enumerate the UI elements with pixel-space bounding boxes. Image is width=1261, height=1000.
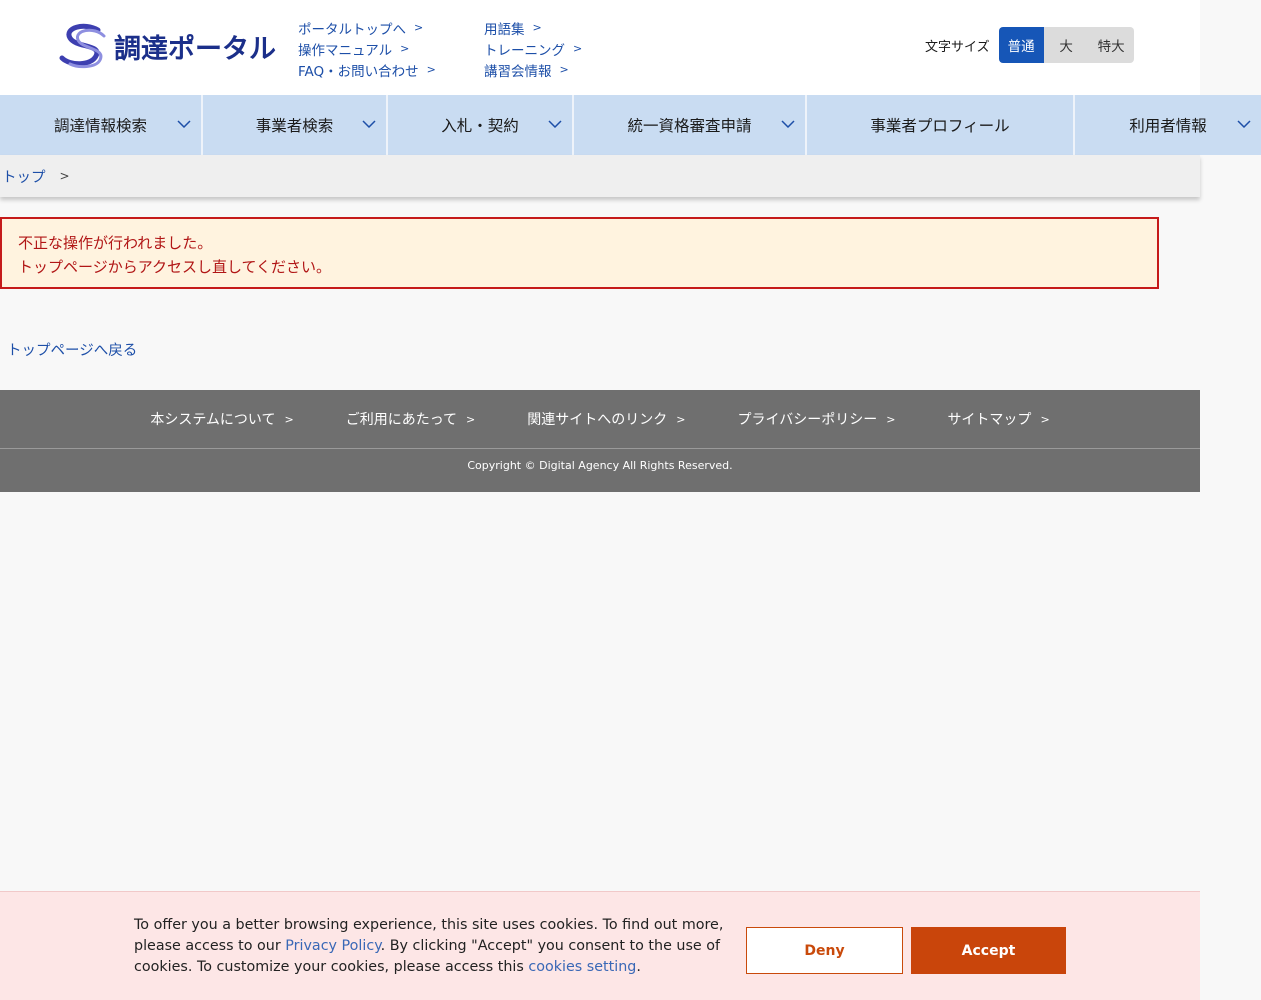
nav-bid-contract[interactable]: 入札・契約 xyxy=(388,95,574,155)
nav-business-search[interactable]: 事業者検索 xyxy=(203,95,388,155)
chevron-down-icon xyxy=(548,120,562,129)
chevron-right-icon: > xyxy=(284,412,294,426)
chevron-down-icon xyxy=(781,120,795,129)
nav-label: 統一資格審査申請 xyxy=(627,117,752,135)
training-link[interactable]: トレーニング > xyxy=(484,38,582,59)
chevron-right-icon: > xyxy=(676,412,686,426)
link-label: 用語集 xyxy=(484,21,525,38)
font-size-xlarge-button[interactable]: 特大 xyxy=(1088,27,1134,63)
back-to-top-link[interactable]: トップページへ戻る xyxy=(7,339,137,360)
breadcrumb: トップ > xyxy=(0,155,1200,197)
link-label: トレーニング xyxy=(484,42,565,59)
nav-procurement-search[interactable]: 調達情報検索 xyxy=(0,95,203,155)
link-label: 関連サイトへのリンク xyxy=(527,412,668,428)
nav-label: 事業者検索 xyxy=(255,117,334,135)
link-label: 講習会情報 xyxy=(484,63,552,80)
nav-label: 利用者情報 xyxy=(1129,117,1207,135)
cookie-text-after: . xyxy=(636,959,641,975)
footer-sitemap-link[interactable]: サイトマップ > xyxy=(947,409,1049,429)
nav-label: 入札・契約 xyxy=(441,117,519,135)
header: 調達ポータル ポータルトップへ > 操作マニュアル > FAQ・お問い合わせ > 用語… xyxy=(0,0,1200,95)
nav-qualification-application[interactable]: 統一資格審査申請 xyxy=(574,95,807,155)
chevron-right-icon: > xyxy=(466,412,476,426)
link-label: プライバシーポリシー xyxy=(737,412,878,428)
chevron-right-icon: > xyxy=(426,63,436,76)
font-size-large-button[interactable]: 大 xyxy=(1043,27,1089,63)
cookie-message: To offer you a better browsing experienc… xyxy=(134,915,726,978)
portal-top-link[interactable]: ポータルトップへ > xyxy=(298,17,436,38)
chevron-right-icon: > xyxy=(532,21,542,34)
copyright: Copyright © Digital Agency All Rights Re… xyxy=(467,459,733,472)
cookie-consent-bar: To offer you a better browsing experienc… xyxy=(0,891,1200,1000)
footer-privacy-link[interactable]: プライバシーポリシー > xyxy=(737,409,895,429)
nav-user-info[interactable]: 利用者情報 xyxy=(1075,95,1261,155)
link-label: 本システムについて xyxy=(150,412,276,428)
error-line-2: トップページからアクセスし直してください。 xyxy=(18,258,332,276)
link-label: FAQ・お問い合わせ xyxy=(298,63,419,80)
font-size-switcher: 文字サイズ 普通 大 特大 xyxy=(925,27,1134,63)
nav-label: 調達情報検索 xyxy=(53,117,147,135)
link-label: ご利用にあたって xyxy=(345,412,458,428)
global-nav: 調達情報検索 事業者検索 入札・契約 統一資格審査申請 事業者プロフィール 利用… xyxy=(0,95,1261,155)
chevron-right-icon: > xyxy=(400,42,410,55)
seminar-info-link[interactable]: 講習会情報 > xyxy=(484,59,582,80)
link-label: サイトマップ xyxy=(947,412,1032,428)
logo-text: 調達ポータル xyxy=(114,33,276,65)
chevron-right-icon: > xyxy=(414,21,424,34)
link-label: ポータルトップへ xyxy=(298,21,406,38)
nav-label: 事業者プロフィール xyxy=(870,117,1010,135)
chevron-right-icon: > xyxy=(59,169,70,183)
font-size-normal-button[interactable]: 普通 xyxy=(998,27,1044,63)
deny-button[interactable]: Deny xyxy=(746,927,903,974)
chevron-right-icon: > xyxy=(1040,412,1050,426)
chevron-right-icon: > xyxy=(886,412,896,426)
accept-button[interactable]: Accept xyxy=(911,927,1066,974)
error-message-box: 不正な操作が行われました。 トップページからアクセスし直してください。 xyxy=(0,217,1159,289)
footer-about-link[interactable]: 本システムについて > xyxy=(150,409,293,429)
chevron-down-icon xyxy=(1237,120,1251,129)
faq-contact-link[interactable]: FAQ・お問い合わせ > xyxy=(298,59,436,80)
nav-business-profile[interactable]: 事業者プロフィール xyxy=(807,95,1075,155)
cookie-settings-link[interactable]: cookies setting xyxy=(528,959,636,975)
chevron-down-icon xyxy=(177,120,191,129)
footer-related-sites-link[interactable]: 関連サイトへのリンク > xyxy=(527,409,685,429)
font-size-label: 文字サイズ xyxy=(925,39,990,55)
glossary-link[interactable]: 用語集 > xyxy=(484,17,582,38)
footer-links: 本システムについて > ご利用にあたって > 関連サイトへのリンク > プライバシーポ… xyxy=(0,390,1200,449)
privacy-policy-link[interactable]: Privacy Policy xyxy=(285,938,380,954)
chevron-right-icon: > xyxy=(573,42,583,55)
chevron-down-icon xyxy=(362,120,376,129)
footer-terms-link[interactable]: ご利用にあたって > xyxy=(346,409,476,429)
header-links-secondary: 用語集 > トレーニング > 講習会情報 > xyxy=(484,17,582,80)
error-line-1: 不正な操作が行われました。 xyxy=(18,234,213,252)
logo-icon xyxy=(59,23,106,69)
portal-logo[interactable]: 調達ポータル xyxy=(58,22,276,70)
chevron-right-icon: > xyxy=(559,63,569,76)
manual-link[interactable]: 操作マニュアル > xyxy=(298,38,436,59)
header-links-primary: ポータルトップへ > 操作マニュアル > FAQ・お問い合わせ > xyxy=(298,17,436,80)
breadcrumb-top-link[interactable]: トップ xyxy=(2,166,46,187)
footer: 本システムについて > ご利用にあたって > 関連サイトへのリンク > プライバシーポ… xyxy=(0,390,1200,492)
link-label: 操作マニュアル xyxy=(298,42,393,59)
